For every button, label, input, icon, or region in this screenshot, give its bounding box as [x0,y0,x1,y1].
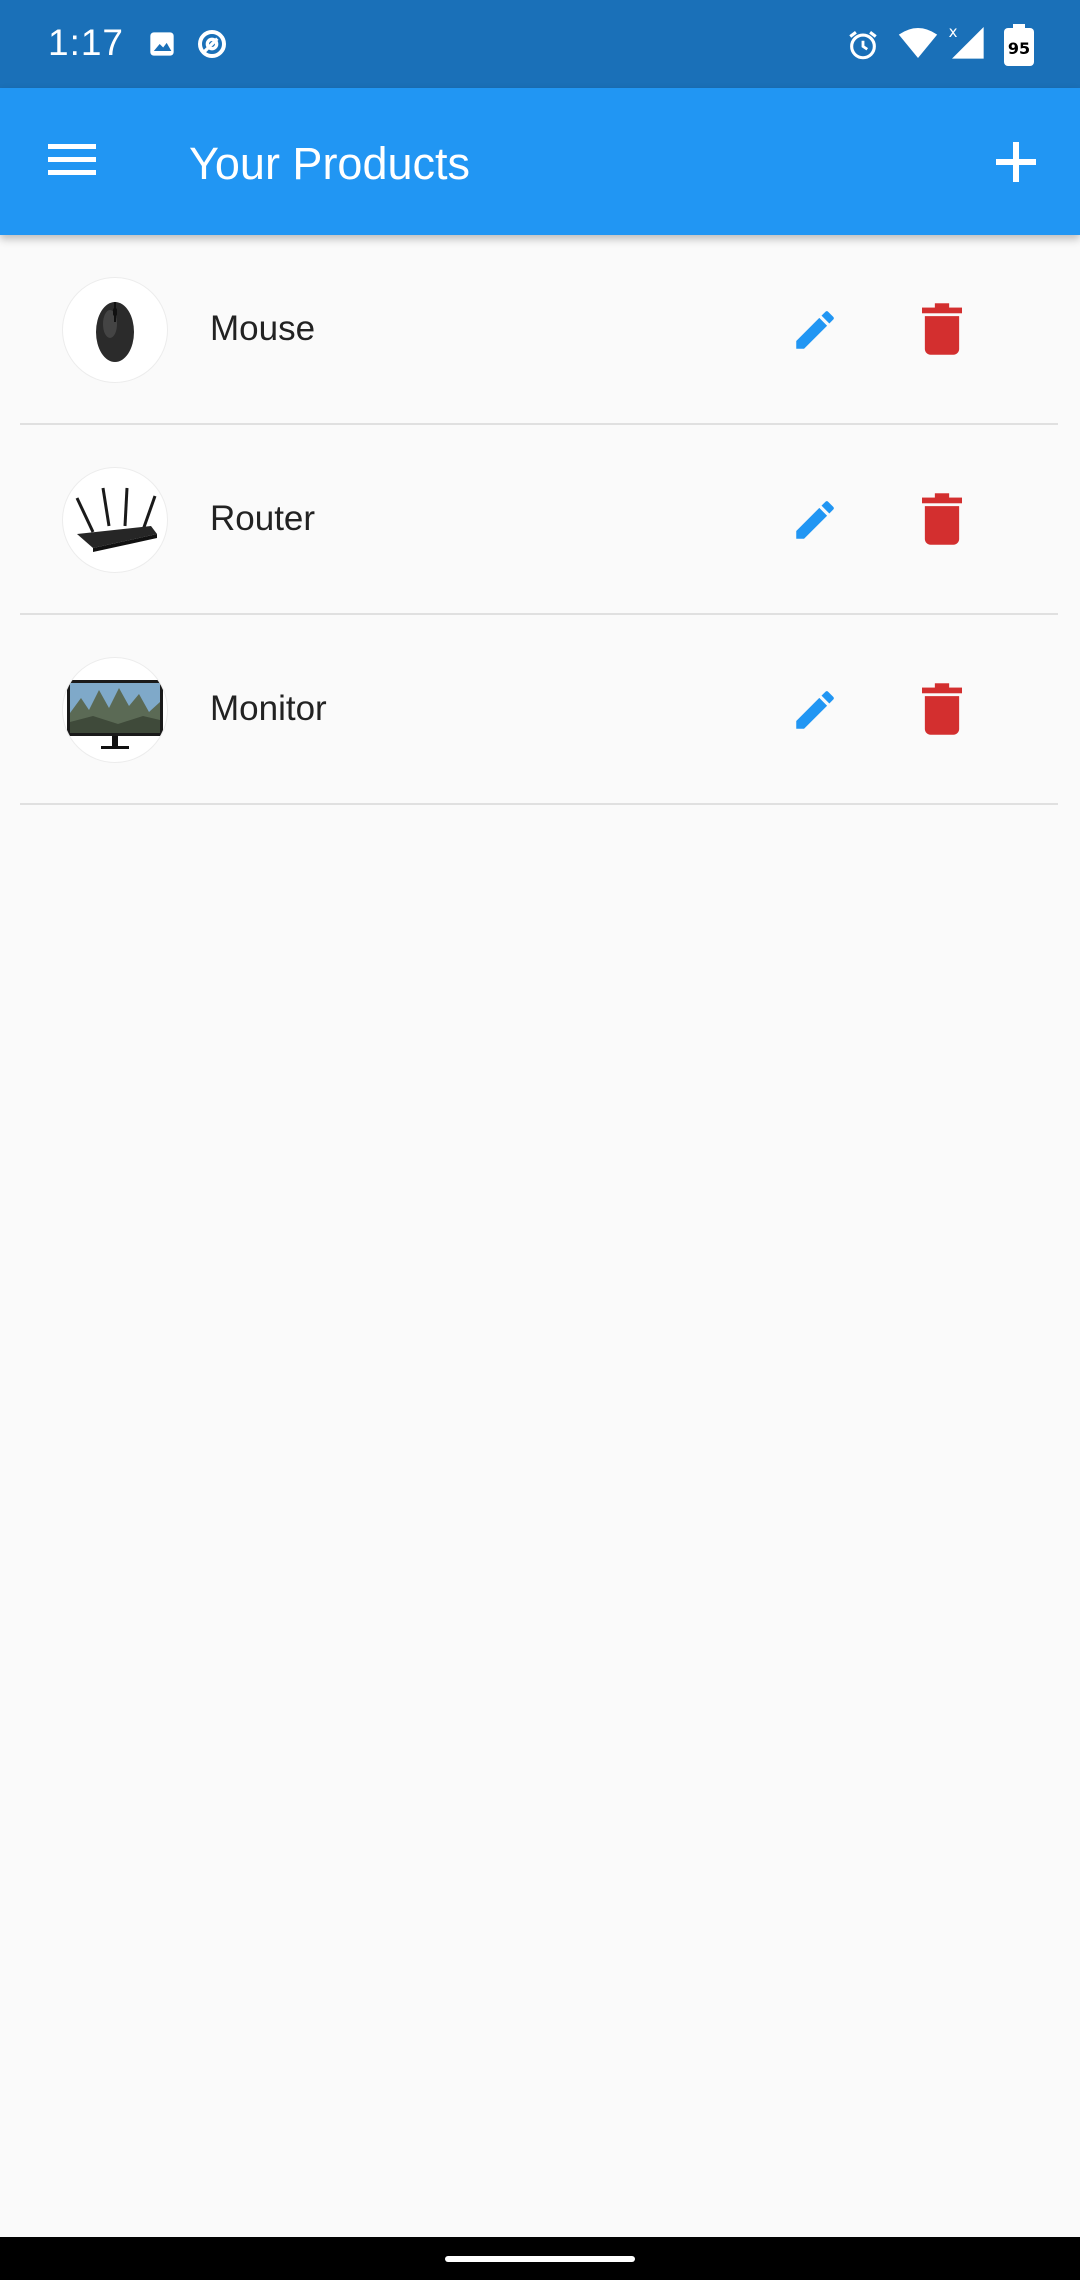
cell-signal-icon: x [946,22,988,67]
battery-level: 95 [1008,39,1030,58]
data-saver-icon [196,28,228,65]
mouse-image [62,277,168,383]
router-image [62,467,168,573]
list-item[interactable]: Mouse [20,235,1058,425]
trash-icon[interactable] [922,683,962,735]
image-icon [148,30,176,63]
pencil-icon[interactable] [790,685,840,735]
product-name: Monitor [210,689,327,728]
add-icon[interactable] [994,140,1038,184]
product-name: Mouse [210,309,316,348]
list-item[interactable]: Monitor [20,615,1058,805]
pencil-icon[interactable] [790,305,840,355]
pencil-icon[interactable] [790,495,840,545]
trash-icon[interactable] [922,303,962,355]
trash-icon[interactable] [922,493,962,545]
navigation-bar [0,2237,1080,2280]
battery-icon: 95 [1004,24,1034,71]
svg-text:x: x [949,23,958,41]
status-bar: 1:17 x 95 [0,0,1080,88]
hamburger-menu-icon[interactable] [48,140,98,180]
product-name: Router [210,499,316,538]
status-time: 1:17 [48,22,125,63]
monitor-image [62,657,168,763]
home-gesture-handle[interactable] [445,2256,635,2262]
list-item[interactable]: Router [20,425,1058,615]
alarm-icon [846,28,880,67]
page-title: Your Products [189,138,471,189]
wifi-icon [898,26,938,65]
app-bar: Your Products [0,88,1080,235]
